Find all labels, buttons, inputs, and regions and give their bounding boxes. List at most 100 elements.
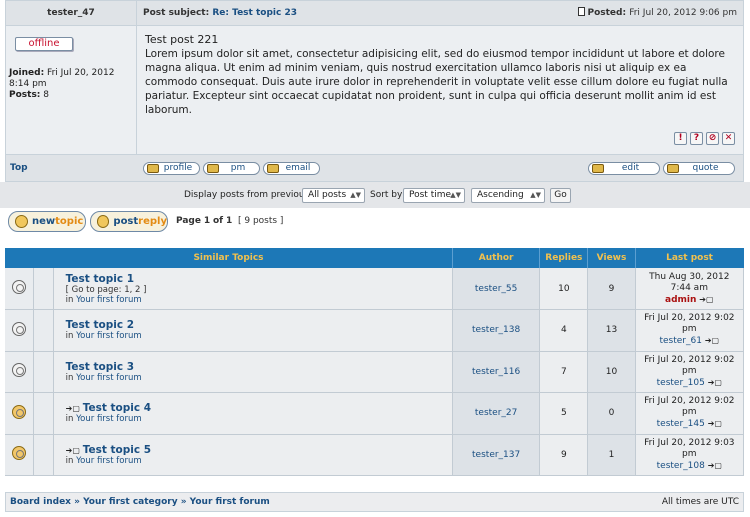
topic-forum-prefix: in [65, 414, 74, 425]
topic-forum-line: in Your first forum [66, 414, 452, 424]
pm-button-label: pm [230, 163, 246, 173]
topic-title-link[interactable]: Test topic 1 [66, 273, 134, 285]
report-icon[interactable]: ! [674, 132, 687, 145]
post-subject-link[interactable]: Re: Test topic 23 [212, 8, 297, 18]
table-row: ➔▢ Test topic 4 in Your first forum tester… [5, 392, 745, 435]
profile-button[interactable]: profile [143, 162, 200, 175]
post-body: Lorem ipsum dolor sit amet, consectetur … [145, 48, 728, 116]
topic-cell: ➔▢ Test topic 5 in Your first forum [53, 434, 454, 476]
joined-label: Joined: [9, 68, 45, 78]
replies-count: 9 [539, 434, 589, 476]
delete-icon[interactable]: ✕ [722, 132, 735, 145]
views-count: 13 [587, 309, 636, 352]
posted-date-value: Fri Jul 20, 2012 9:06 pm [629, 8, 737, 18]
breadcrumb-separator: » [180, 497, 190, 507]
quote-button[interactable]: quote [663, 162, 735, 175]
topic-icon-cell [33, 309, 54, 352]
author-cell: tester_137 [452, 434, 541, 476]
header-author: Author [452, 248, 541, 268]
go-button[interactable]: Go [550, 188, 571, 203]
select-arrows-icon: ▲▼ [350, 191, 361, 199]
posts-info: [ 9 posts ] [237, 216, 284, 226]
topic-title-link[interactable]: Test topic 5 [83, 444, 151, 456]
view-latest-post-icon[interactable]: ➔▢ [708, 461, 722, 470]
topic-status-icon [11, 363, 26, 378]
topic-forum-link[interactable]: Your first forum [76, 331, 142, 341]
top-link[interactable]: Top [10, 155, 28, 182]
days-select[interactable]: All posts ▲▼ [302, 188, 365, 203]
topic-forum-link[interactable]: Your first forum [76, 456, 142, 466]
email-button[interactable]: email [263, 162, 320, 175]
post-page-icon[interactable] [578, 7, 586, 16]
view-latest-post-icon[interactable]: ➔▢ [708, 378, 722, 387]
breadcrumb-board-index[interactable]: Board index [10, 497, 71, 507]
topic-forum-prefix: in [65, 294, 74, 305]
author-link[interactable]: tester_137 [472, 450, 520, 460]
last-post-date: Fri Jul 20, 2012 9:02 [644, 354, 735, 365]
post-reply-button[interactable]: post reply [90, 211, 168, 232]
new-topic-label-b: topic [55, 216, 84, 227]
view-latest-post-icon[interactable]: ➔▢ [708, 419, 722, 428]
topic-forum-link[interactable]: Your first forum [76, 373, 142, 383]
topic-status-cell [5, 351, 34, 393]
pm-icon [207, 164, 219, 173]
header-views: Views [587, 248, 636, 268]
post-author-username[interactable]: tester_47 [6, 1, 136, 26]
view-latest-post-icon[interactable]: ➔▢ [705, 336, 719, 345]
post-reply-icon [97, 215, 110, 228]
topic-status-cell [5, 309, 34, 352]
pm-button[interactable]: pm [203, 162, 260, 175]
info-icon[interactable]: ? [690, 132, 703, 145]
post-title: Test post 221 [145, 33, 219, 46]
author-link[interactable]: tester_27 [475, 408, 517, 418]
topic-icon-cell [33, 268, 54, 310]
last-post-user[interactable]: tester_108 [657, 461, 705, 471]
last-post-user[interactable]: tester_105 [657, 378, 705, 388]
table-row: ➔▢ Test topic 5 in Your first forum tester… [5, 434, 745, 476]
topic-status-icon [11, 404, 26, 419]
display-label: Display posts from previous: [184, 190, 313, 200]
header-similar-topics: Similar Topics [5, 248, 453, 268]
last-post-cell: Fri Jul 20, 2012 9:02 pm tester_61 ➔▢ [635, 309, 745, 352]
author-link[interactable]: tester_55 [475, 284, 517, 294]
warn-icon[interactable]: ⊘ [706, 132, 719, 145]
new-topic-button[interactable]: new topic [8, 211, 86, 232]
edit-button[interactable]: edit [588, 162, 660, 175]
last-post-date: Fri Jul 20, 2012 9:02 [644, 313, 735, 324]
topic-cell: ➔▢ Test topic 4 in Your first forum [53, 392, 454, 435]
topic-forum-link[interactable]: Your first forum [76, 295, 142, 305]
last-post-user[interactable]: tester_145 [657, 419, 705, 429]
breadcrumb-separator: » [74, 497, 84, 507]
post-reply-label-a: post [113, 216, 139, 227]
footer-bar: Board index » Your first category » Your… [5, 492, 744, 512]
topic-title-link[interactable]: Test topic 4 [83, 402, 151, 414]
topic-title-link[interactable]: Test topic 3 [66, 361, 134, 373]
author-link[interactable]: tester_116 [472, 367, 520, 377]
last-post-cell: Fri Jul 20, 2012 9:02 pm tester_105 ➔▢ [635, 351, 745, 393]
email-button-label: email [285, 163, 311, 173]
last-post-date: Thu Aug 30, 2012 [649, 271, 730, 282]
author-link[interactable]: tester_138 [472, 325, 520, 335]
topic-goto-pages[interactable]: [ Go to page: 1, 2 ] [66, 285, 452, 295]
breadcrumb-category[interactable]: Your first category [83, 497, 178, 507]
last-post-user[interactable]: admin [665, 295, 696, 305]
topic-title-link[interactable]: Test topic 2 [66, 319, 134, 331]
last-post-user[interactable]: tester_61 [659, 336, 701, 346]
display-options-bar: Display posts from previous: All posts ▲▼… [0, 182, 750, 208]
moved-arrow-icon: ➔▢ [65, 445, 83, 455]
last-post-date: Fri Jul 20, 2012 9:03 [644, 437, 735, 448]
page-total: 1 [225, 216, 233, 226]
sort-direction-select[interactable]: Ascending ▲▼ [471, 188, 545, 203]
view-latest-post-icon[interactable]: ➔▢ [699, 295, 713, 304]
topic-forum-link[interactable]: Your first forum [76, 414, 142, 424]
post-footer: Top profile pm email edit quote [6, 154, 743, 181]
views-count: 0 [587, 392, 636, 435]
author-cell: tester_138 [452, 309, 541, 352]
breadcrumb-forum[interactable]: Your first forum [190, 497, 270, 507]
topic-icon-cell [33, 434, 54, 476]
post-content: Test post 221 Lorem ipsum dolor sit amet… [137, 26, 743, 154]
topic-cell: Test topic 3 in Your first forum [53, 351, 454, 393]
topic-forum-prefix: in [65, 455, 74, 466]
sort-key-select[interactable]: Post time ▲▼ [403, 188, 465, 203]
select-arrows-icon: ▲▼ [450, 191, 461, 199]
